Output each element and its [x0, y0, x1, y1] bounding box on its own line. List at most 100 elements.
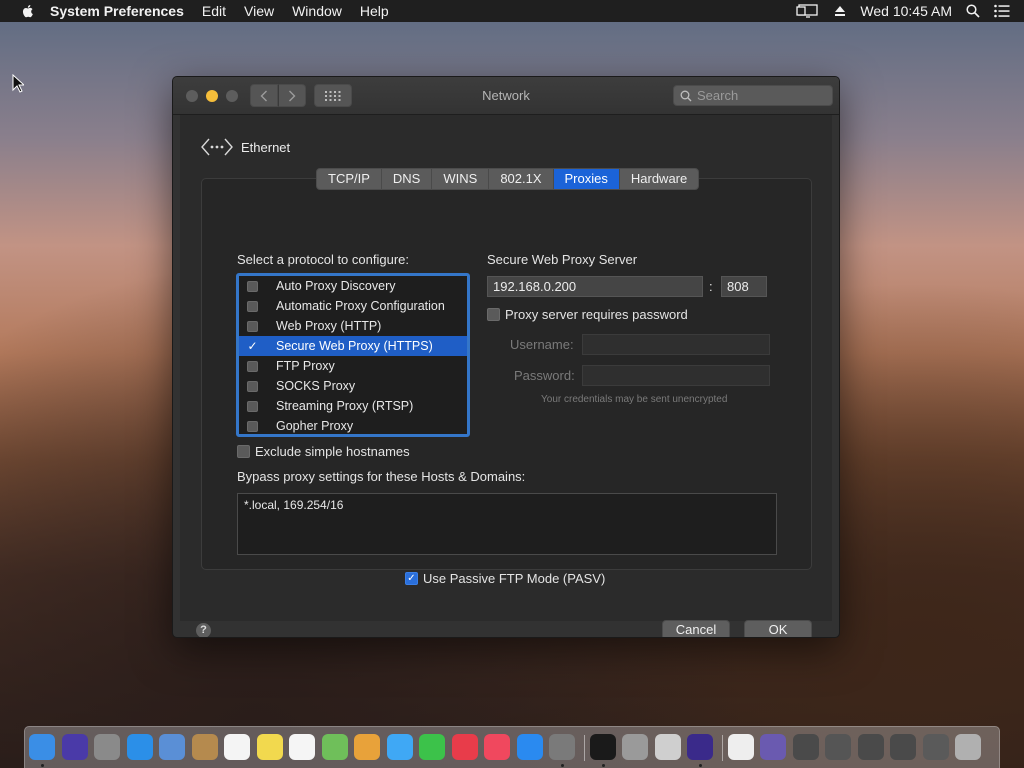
- menu-view[interactable]: View: [244, 3, 274, 19]
- airplay-display-icon[interactable]: [796, 3, 820, 19]
- news-icon[interactable]: [451, 734, 478, 760]
- apple-icon[interactable]: [20, 3, 36, 19]
- mail-icon[interactable]: [159, 734, 185, 760]
- bypass-hosts-textarea[interactable]: *.local, 169.254/16: [237, 493, 777, 555]
- protocol-item-label: Secure Web Proxy (HTTPS): [276, 339, 433, 353]
- document-icon[interactable]: [727, 734, 754, 760]
- tab-8021x[interactable]: 802.1X: [489, 169, 554, 189]
- interface-name: Ethernet: [241, 140, 291, 155]
- protocol-item-automatic-proxy-configuration[interactable]: Automatic Proxy Configuration: [239, 296, 467, 316]
- protocol-list[interactable]: Auto Proxy Discovery Automatic Proxy Con…: [236, 273, 470, 437]
- tab-tcpip[interactable]: TCP/IP: [317, 169, 382, 189]
- tab-hardware[interactable]: Hardware: [620, 169, 698, 189]
- running-indicator: [561, 764, 564, 767]
- exclude-hostnames-checkbox[interactable]: [237, 445, 250, 458]
- username-field[interactable]: [582, 334, 770, 355]
- mouse-pointer-icon: [12, 74, 24, 93]
- protocol-checkbox[interactable]: [247, 420, 258, 432]
- cancel-button[interactable]: Cancel: [662, 620, 730, 637]
- finder-icon[interactable]: [29, 734, 55, 760]
- system-preferences-icon[interactable]: [549, 734, 575, 760]
- running-indicator: [699, 764, 702, 767]
- menu-help[interactable]: Help: [360, 3, 389, 19]
- tab-dns[interactable]: DNS: [382, 169, 433, 189]
- screenshot-icon[interactable]: [760, 734, 786, 760]
- tab-wins[interactable]: WINS: [432, 169, 490, 189]
- menu-app-name[interactable]: System Preferences: [50, 3, 184, 19]
- passive-ftp-row[interactable]: ✓ Use Passive FTP Mode (PASV): [405, 571, 605, 586]
- checkmark-icon[interactable]: ✓: [405, 572, 418, 585]
- keychain-icon[interactable]: [622, 734, 648, 760]
- protocol-item-auto-proxy-discovery[interactable]: Auto Proxy Discovery: [239, 276, 467, 296]
- menu-window[interactable]: Window: [292, 3, 342, 19]
- font-book-icon[interactable]: [654, 734, 681, 760]
- protocol-item-socks-proxy[interactable]: SOCKS Proxy: [239, 376, 467, 396]
- proxy-server-label: Secure Web Proxy Server: [487, 252, 638, 267]
- reminders-icon[interactable]: [289, 734, 315, 760]
- search-field[interactable]: [673, 85, 833, 106]
- protocol-item-label: Gopher Proxy: [276, 419, 354, 433]
- window-thumbnail-icon[interactable]: [922, 734, 949, 760]
- username-label: Username:: [510, 337, 574, 352]
- protocol-item-ftp-proxy[interactable]: FTP Proxy: [239, 356, 467, 376]
- passive-ftp-label: Use Passive FTP Mode (PASV): [423, 571, 606, 586]
- maps-icon[interactable]: [321, 734, 348, 760]
- search-input[interactable]: [697, 88, 827, 103]
- calendar-icon[interactable]: [224, 734, 250, 760]
- password-field[interactable]: [582, 365, 770, 386]
- protocol-item-streaming-proxy[interactable]: Streaming Proxy (RTSP): [239, 396, 467, 416]
- protocol-checkbox[interactable]: [247, 380, 258, 392]
- protocol-item-secure-web-proxy[interactable]: ✓ Secure Web Proxy (HTTPS): [239, 336, 467, 356]
- eject-icon[interactable]: [834, 5, 846, 17]
- dock-separator: [583, 735, 585, 761]
- window-thumbnail-icon[interactable]: [857, 734, 884, 760]
- terminal-icon[interactable]: [589, 734, 616, 760]
- protocol-item-gopher-proxy[interactable]: Gopher Proxy: [239, 416, 467, 436]
- password-required-label: Proxy server requires password: [505, 307, 688, 322]
- siri-icon[interactable]: [61, 734, 88, 760]
- protocol-item-web-proxy[interactable]: Web Proxy (HTTP): [239, 316, 467, 336]
- protocol-checkbox[interactable]: [247, 300, 258, 312]
- trash-icon[interactable]: [955, 734, 981, 760]
- photos-icon[interactable]: [354, 734, 380, 760]
- password-required-checkbox[interactable]: [487, 308, 500, 321]
- ok-button[interactable]: OK: [744, 620, 812, 637]
- window-thumbnail-icon[interactable]: [890, 734, 916, 760]
- window-thumbnail-icon[interactable]: [825, 734, 851, 760]
- launchpad-icon[interactable]: [94, 734, 120, 760]
- tab-bar: TCP/IP DNS WINS 802.1X Proxies Hardware: [316, 168, 700, 190]
- menu-clock[interactable]: Wed 10:45 AM: [860, 3, 952, 19]
- proxy-port-field[interactable]: 808: [721, 276, 767, 297]
- messages-icon[interactable]: [386, 734, 413, 760]
- protocol-checkbox[interactable]: [247, 360, 258, 372]
- password-required-row[interactable]: Proxy server requires password: [487, 307, 688, 322]
- protocol-checkbox[interactable]: [247, 320, 258, 332]
- contacts-icon[interactable]: [191, 734, 218, 760]
- password-label: Password:: [514, 368, 575, 383]
- menu-edit[interactable]: Edit: [202, 3, 226, 19]
- port-separator: :: [709, 279, 713, 294]
- music-icon[interactable]: [484, 734, 510, 760]
- notification-center-icon[interactable]: [994, 4, 1010, 18]
- checkmark-icon[interactable]: ✓: [247, 340, 258, 352]
- tab-proxies[interactable]: Proxies: [553, 169, 620, 189]
- facetime-icon[interactable]: [419, 734, 445, 760]
- exclude-hostnames-row[interactable]: Exclude simple hostnames: [237, 444, 410, 459]
- time-machine-icon[interactable]: [687, 734, 713, 760]
- help-button[interactable]: ?: [196, 623, 211, 637]
- safari-icon[interactable]: [126, 734, 153, 760]
- protocol-list-label: Select a protocol to configure:: [237, 252, 409, 267]
- protocol-item-label: Automatic Proxy Configuration: [276, 299, 445, 313]
- notes-icon[interactable]: [256, 734, 283, 760]
- bypass-label: Bypass proxy settings for these Hosts & …: [237, 469, 526, 484]
- menu-extras: Wed 10:45 AM: [796, 0, 1024, 22]
- protocol-checkbox[interactable]: [247, 280, 258, 292]
- proxy-server-address-field[interactable]: 192.168.0.200: [487, 276, 703, 297]
- protocol-item-label: FTP Proxy: [276, 359, 335, 373]
- window-titlebar[interactable]: Network: [173, 77, 839, 115]
- window-thumbnail-icon[interactable]: [792, 734, 819, 760]
- spotlight-search-icon[interactable]: [966, 4, 980, 18]
- protocol-checkbox[interactable]: [247, 400, 258, 412]
- search-icon: [680, 90, 692, 101]
- app-store-icon[interactable]: [516, 734, 543, 760]
